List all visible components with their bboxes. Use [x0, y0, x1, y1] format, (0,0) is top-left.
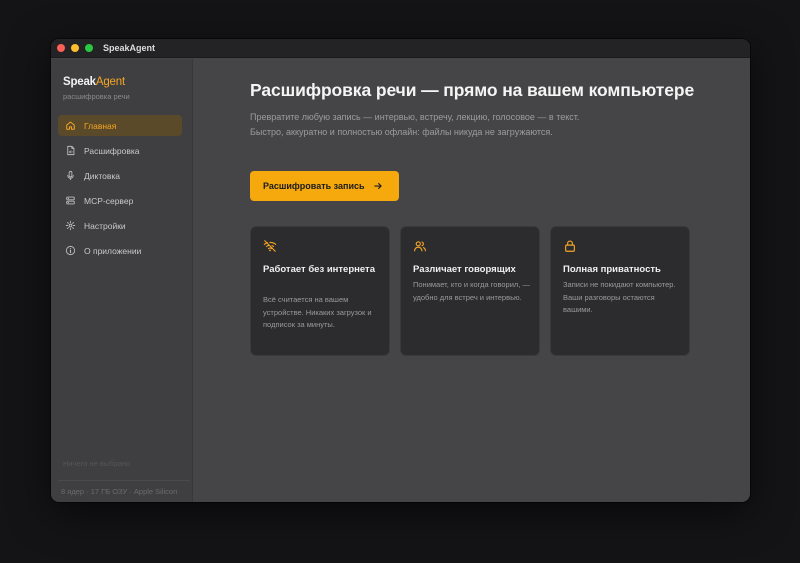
zoom-window-button[interactable]: [85, 44, 93, 52]
transcribe-button[interactable]: Расшифровать запись: [250, 171, 399, 201]
sidebar: SpeakAgent расшифровка речи Главная Расш…: [51, 59, 193, 502]
sidebar-item-home[interactable]: Главная: [58, 115, 182, 136]
sidebar-item-label: MCP-сервер: [84, 195, 134, 206]
sidebar-footer-hint: Ничего не выбрано: [63, 459, 131, 468]
sidebar-item-label: Настройки: [84, 220, 126, 231]
feature-description: Записи не покидают компьютер. Ваши разго…: [563, 280, 676, 314]
brand-name-part2: Agent: [95, 76, 125, 88]
sidebar-item-about[interactable]: О приложении: [58, 240, 182, 261]
sidebar-nav: Главная Расшифровка Диктовка MCP-сервер: [58, 115, 182, 265]
lock-icon: [563, 239, 577, 253]
window-title: SpeakAgent: [103, 43, 156, 53]
home-icon: [65, 120, 76, 131]
sidebar-item-settings[interactable]: Настройки: [58, 215, 182, 236]
feature-cards: Работает без интернета Всё считается на …: [250, 226, 690, 356]
document-audio-icon: [65, 145, 76, 156]
page-lead: Превратите любую запись — интервью, встр…: [250, 112, 580, 137]
sidebar-item-label: Расшифровка: [84, 145, 140, 156]
feature-title: Полная приватность: [563, 264, 661, 275]
arrow-right-icon: [373, 181, 383, 191]
sidebar-item-label: Диктовка: [84, 170, 120, 181]
server-icon: [65, 195, 76, 206]
microphone-icon: [65, 170, 76, 181]
gear-icon: [65, 220, 76, 231]
brand-logo: SpeakAgent: [63, 76, 125, 88]
minimize-window-button[interactable]: [71, 44, 79, 52]
sidebar-item-dictation[interactable]: Диктовка: [58, 165, 182, 186]
feature-card-offline: Работает без интернета Всё считается на …: [250, 226, 390, 356]
sidebar-item-mcp-server[interactable]: MCP-сервер: [58, 190, 182, 211]
sidebar-item-label: Главная: [84, 120, 117, 131]
feature-card-speakers: Различает говорящих Понимает, кто и когд…: [400, 226, 540, 356]
feature-title: Различает говорящих: [413, 264, 516, 275]
close-window-button[interactable]: [57, 44, 65, 52]
app-window: SpeakAgent SpeakAgent расшифровка речи Г…: [51, 39, 750, 502]
wifi-off-icon: [263, 239, 277, 253]
info-icon: [65, 245, 76, 256]
transcribe-button-label: Расшифровать запись: [263, 181, 365, 191]
page-title: Расшифровка речи — прямо на вашем компью…: [250, 80, 695, 100]
sidebar-item-label: О приложении: [84, 245, 142, 256]
feature-title: Работает без интернета: [263, 264, 375, 275]
brand-name-part1: Speak: [63, 76, 96, 88]
feature-card-privacy: Полная приватность Записи не покидают ко…: [550, 226, 690, 356]
titlebar: SpeakAgent: [51, 39, 750, 58]
system-info: 8 ядер · 17 ГБ ОЗУ · Apple Silicon: [61, 487, 178, 496]
sidebar-divider: [58, 480, 190, 481]
sidebar-item-transcription[interactable]: Расшифровка: [58, 140, 182, 161]
brand-subtitle: расшифровка речи: [63, 92, 130, 101]
feature-description: Всё считается на вашем устройстве. Никак…: [263, 295, 372, 329]
feature-description: Понимает, кто и когда говорил, — удобно …: [413, 280, 530, 302]
users-icon: [413, 239, 427, 253]
